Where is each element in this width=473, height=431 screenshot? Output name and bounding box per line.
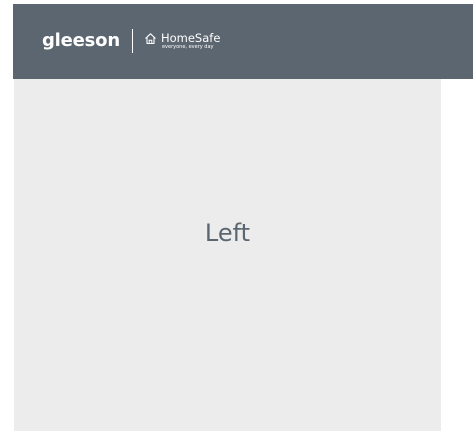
house-icon xyxy=(145,33,156,45)
homesafe-name: HomeSafe xyxy=(160,31,221,45)
homesafe-tagline: everyone, every day xyxy=(161,44,214,50)
site-header: gleeson HomeSafe everyone, every day xyxy=(13,4,473,79)
logo-divider xyxy=(131,29,133,53)
gleeson-wordmark: gleeson xyxy=(42,30,120,51)
left-pane: Left xyxy=(14,79,441,431)
homesafe-logo: HomeSafe everyone, every day xyxy=(144,32,220,50)
brand-logo[interactable]: gleeson HomeSafe everyone, every day xyxy=(42,29,220,53)
pane-label: Left xyxy=(204,219,251,247)
